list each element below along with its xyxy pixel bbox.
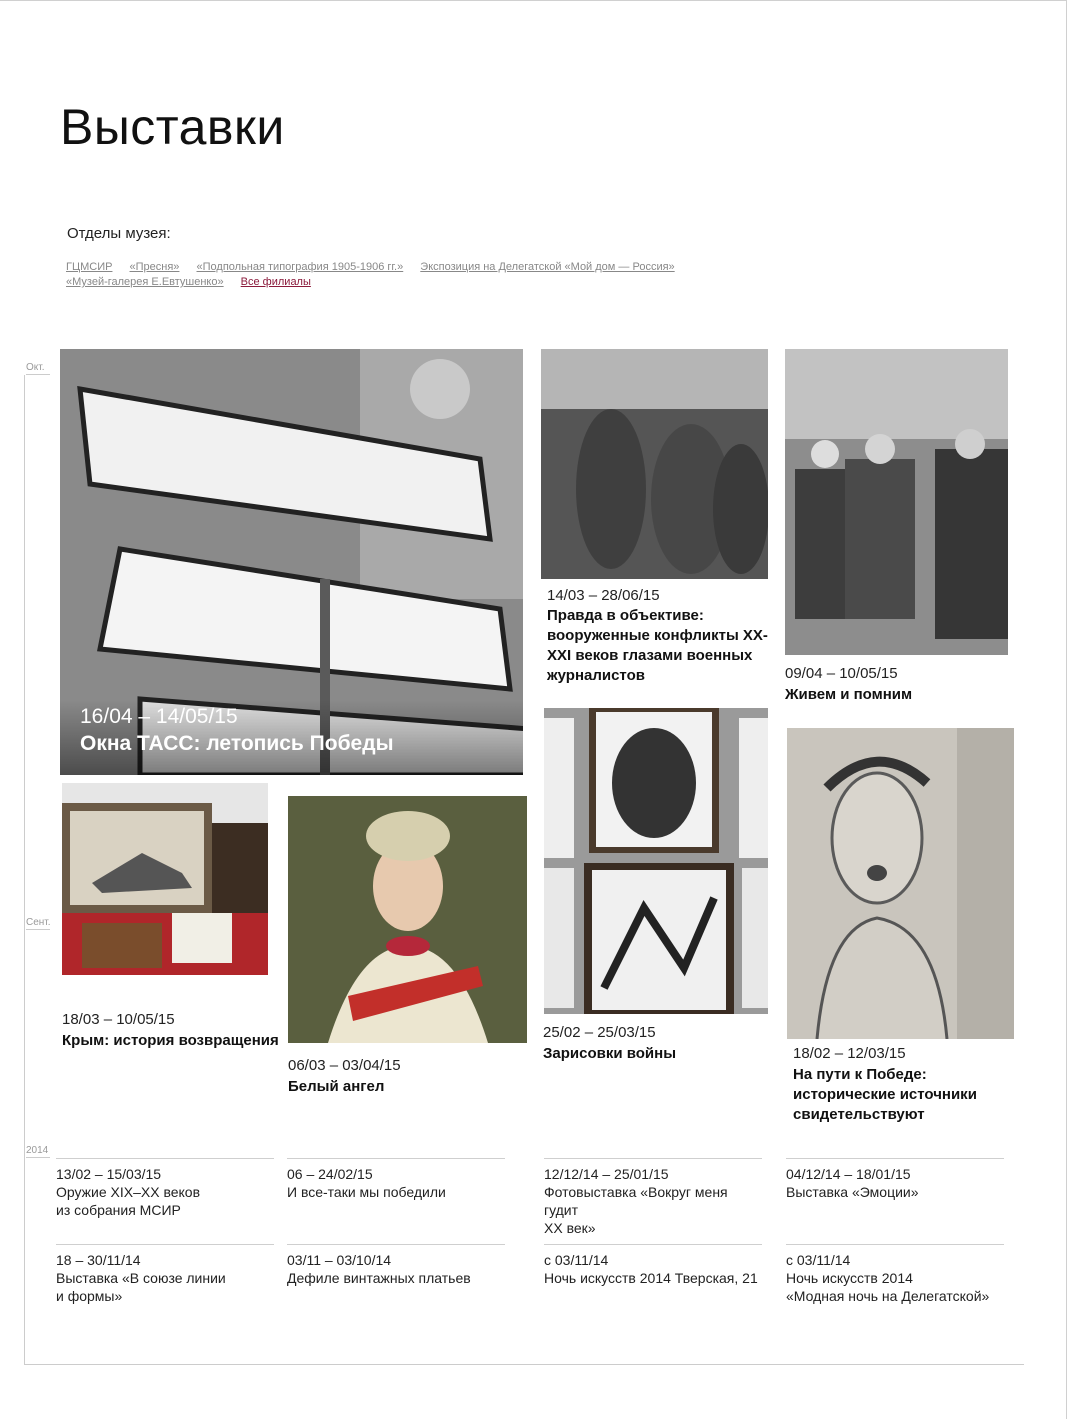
dept-link-evtushenko[interactable]: «Музей-галерея Е.Евтушенко» (66, 276, 224, 288)
archive-item[interactable]: 18 – 30/11/14 Выставка «В союзе линии и … (56, 1244, 274, 1305)
archive-date: 04/12/14 – 18/01/15 (786, 1166, 911, 1182)
archive-date: 12/12/14 – 25/01/15 (544, 1166, 669, 1182)
archive-title: Дефиле винтажных платьев (287, 1270, 471, 1286)
all-branches-link[interactable]: Все филиалы (241, 276, 311, 288)
timeline-line (24, 375, 25, 1365)
dept-link-gcmsir[interactable]: ГЦМСИР (66, 261, 112, 273)
timeline-mark-sep: Сент. (26, 917, 51, 930)
archive-date: с 03/11/14 (786, 1252, 851, 1268)
archive-item[interactable]: 04/12/14 – 18/01/15 Выставка «Эмоции» (786, 1158, 1004, 1201)
card-title[interactable]: Белый ангел (288, 1077, 527, 1097)
archive-item[interactable]: с 03/11/14 Ночь искусств 2014 Тверская, … (544, 1244, 762, 1287)
timeline-mark-oct: Окт. (26, 362, 50, 375)
archive-item[interactable]: 03/11 – 03/10/14 Дефиле винтажных платье… (287, 1244, 505, 1287)
crimea-exhibit-photo[interactable] (62, 783, 268, 975)
departments-label: Отделы музея: (67, 225, 171, 242)
card-title[interactable]: На пути к Победе: исторические источники… (793, 1065, 1007, 1125)
archive-item[interactable]: с 03/11/14 Ночь искусств 2014 «Модная но… (786, 1244, 1004, 1305)
archive-date: 18 – 30/11/14 (56, 1252, 141, 1268)
card-date: 18/02 – 12/03/15 (793, 1045, 906, 1062)
portrait-painting[interactable] (288, 796, 527, 1043)
archive-date: 13/02 – 15/03/15 (56, 1166, 162, 1182)
timeline-bottom-line (24, 1364, 1024, 1365)
dept-link-delegatskaya[interactable]: Экспозиция на Делегатской «Мой дом — Рос… (420, 261, 674, 273)
veterans-audience-photo[interactable] (785, 349, 1008, 655)
archive-title: Ночь искусств 2014 «Модная ночь на Делег… (786, 1270, 990, 1304)
soldiers-photo[interactable] (541, 349, 768, 579)
archive-title: Ночь искусств 2014 Тверская, 21 (544, 1270, 758, 1286)
hero-title[interactable]: Окна ТАСС: летопись Победы (80, 732, 394, 756)
timeline-mark-2014: 2014 (26, 1145, 50, 1158)
archive-title: Выставка «В союзе линии и формы» (56, 1270, 226, 1304)
card-title[interactable]: Зарисовки войны (543, 1044, 768, 1064)
card-date: 06/03 – 03/04/15 (288, 1057, 401, 1074)
dept-link-presnya[interactable]: «Пресня» (130, 261, 180, 273)
archive-title: И все-таки мы победили (287, 1184, 446, 1200)
department-links: ГЦМСИР «Пресня» «Подпольная типография 1… (66, 260, 766, 290)
archive-date: 06 – 24/02/15 (287, 1166, 373, 1182)
card-date: 18/03 – 10/05/15 (62, 1011, 175, 1028)
card-date: 25/02 – 25/03/15 (543, 1024, 656, 1041)
card-title[interactable]: Правда в объективе: вооруженные конфликт… (547, 606, 779, 686)
dept-link-typography[interactable]: «Подпольная типография 1905-1906 гг.» (197, 261, 404, 273)
card-date: 09/04 – 10/05/15 (785, 665, 898, 682)
hero-date: 16/04 – 14/05/15 (80, 705, 238, 728)
archive-item[interactable]: 06 – 24/02/15 И все-таки мы победили (287, 1158, 505, 1201)
archive-item[interactable]: 12/12/14 – 25/01/15 Фотовыставка «Вокруг… (544, 1158, 762, 1237)
card-title[interactable]: Живем и помним (785, 685, 1008, 705)
archive-date: с 03/11/14 (544, 1252, 609, 1268)
archive-date: 03/11 – 03/10/14 (287, 1252, 392, 1268)
archive-title: Фотовыставка «Вокруг меня гудит XX век» (544, 1184, 728, 1236)
archive-title: Выставка «Эмоции» (786, 1184, 919, 1200)
war-sketches-photo[interactable] (544, 708, 768, 1014)
archive-item[interactable]: 13/02 – 15/03/15 Оружие XIX–XX веков из … (56, 1158, 274, 1219)
card-date: 14/03 – 28/06/15 (547, 587, 660, 604)
page-title: Выставки (60, 99, 285, 155)
sketch-drawing-photo[interactable] (787, 728, 1014, 1039)
archive-title: Оружие XIX–XX веков из собрания МСИР (56, 1184, 201, 1218)
card-title[interactable]: Крым: история возвращения (62, 1031, 282, 1051)
